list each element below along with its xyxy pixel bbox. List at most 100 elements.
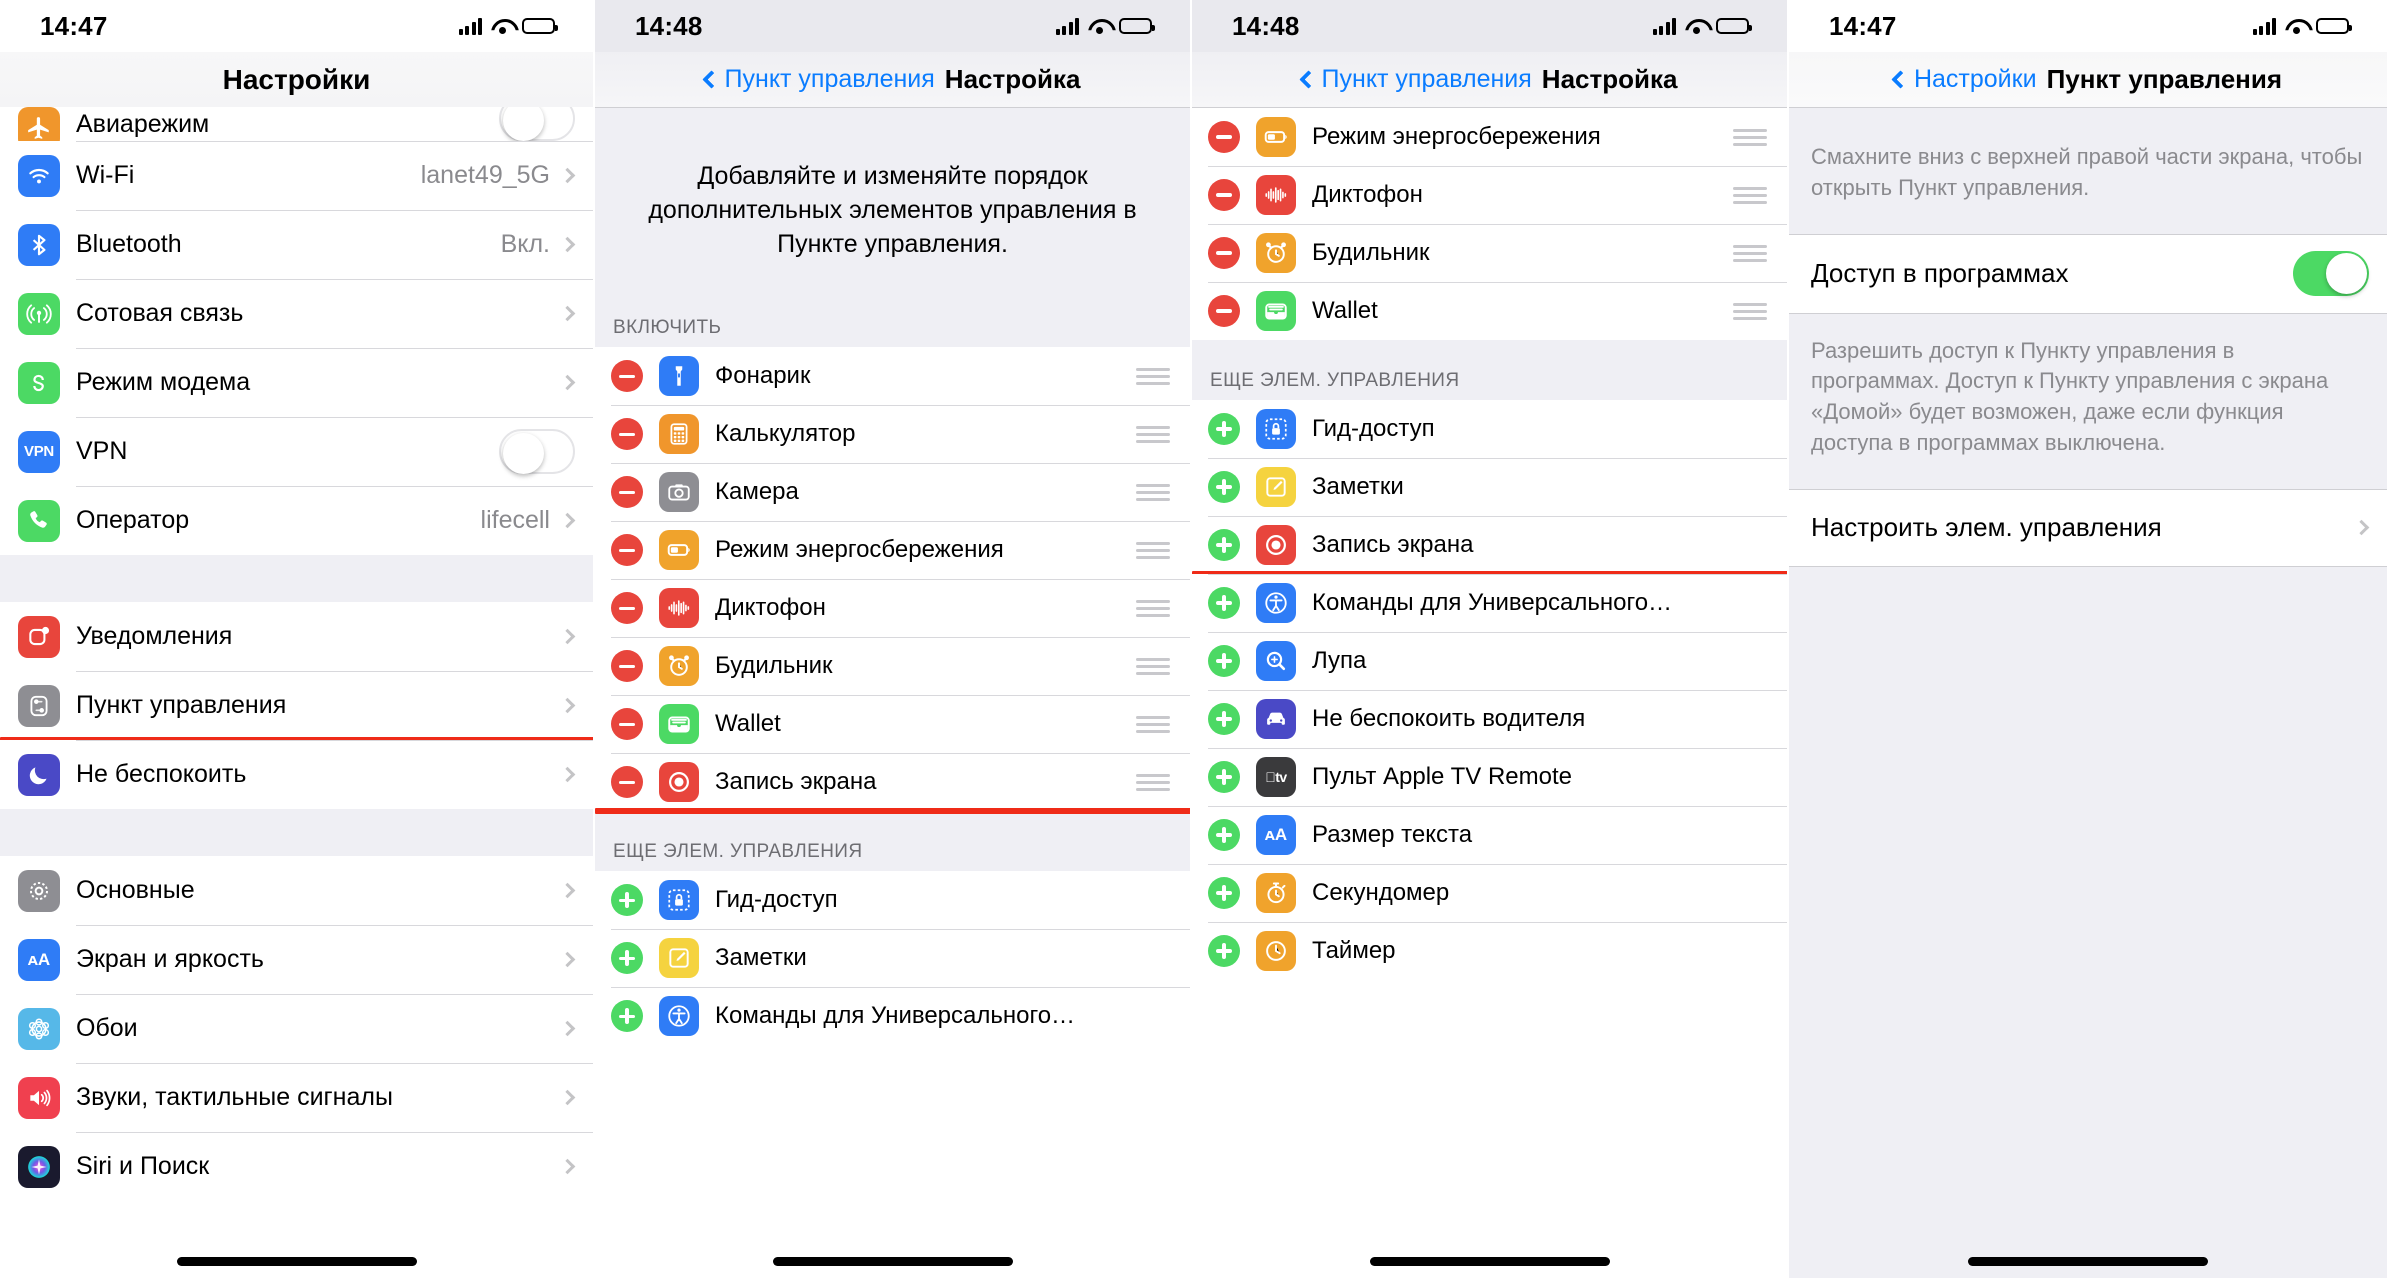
back-button[interactable]: Пункт управления [701,65,935,94]
settings-row-label: Основные [76,876,195,904]
status-indicators [458,17,558,35]
remove-control-button[interactable] [611,476,643,509]
bluetooth-icon [18,223,60,266]
control-item-row[interactable]: Диктофон [1192,166,1787,224]
control-item-row[interactable]: Будильник [595,637,1190,696]
back-button[interactable]: Пункт управления [1298,65,1532,94]
settings-row[interactable]: Bluetooth Вкл. [0,210,593,279]
control-item-row[interactable]: Калькулятор [595,405,1190,464]
reorder-handle-icon[interactable] [1136,425,1170,443]
control-item-row[interactable]: Заметки [1192,458,1787,516]
add-control-button[interactable] [1208,413,1240,445]
control-item-row[interactable]: Режим энергосбережения [595,521,1190,580]
reorder-handle-icon[interactable] [1136,773,1170,791]
add-control-button[interactable] [1208,587,1240,619]
row-customize-controls[interactable]: Настроить элем. управления [1789,489,2387,566]
control-item-row[interactable]: Команды для Универсального… [1192,574,1787,632]
control-item-row[interactable]: Лупа [1192,632,1787,690]
settings-row[interactable]: Не беспокоить [0,740,593,809]
remove-control-button[interactable] [611,534,643,567]
settings-row[interactable]: Wi-Fi lanet49_5G [0,141,593,210]
add-control-button[interactable] [1208,471,1240,503]
control-item-row[interactable]: Диктофон [595,579,1190,638]
control-item-row[interactable]: Таймер [1192,922,1787,980]
reorder-handle-icon[interactable] [1733,186,1767,204]
page-title: Настройка [944,64,1081,94]
customize-list[interactable]: Режим энергосбережения Диктофон Будильник W… [1192,108,1787,1278]
control-item-row[interactable]: Гид-доступ [1192,400,1787,458]
settings-row[interactable]: Основные [0,856,593,925]
customize-list[interactable]: Добавляйте и изменяйте порядок дополните… [595,108,1190,1278]
add-control-button[interactable] [1208,703,1240,735]
battery-icon [1716,18,1752,34]
add-control-button[interactable] [1208,645,1240,677]
add-control-button[interactable] [611,884,643,917]
reorder-handle-icon[interactable] [1733,244,1767,262]
control-item-label: Гид-доступ [715,886,838,914]
control-item-row[interactable]: Заметки [595,929,1190,988]
control-item-row[interactable]: Будильник [1192,224,1787,282]
cellular-signal-icon [458,17,482,35]
control-item-row[interactable]: Команды для Универсального… [595,987,1190,1046]
control-item-label: Камера [715,478,799,506]
reorder-handle-icon[interactable] [1136,541,1170,559]
status-bar: 14:47 [0,0,593,52]
settings-row[interactable]: Siri и Поиск [0,1132,593,1201]
remove-control-button[interactable] [611,360,643,393]
settings-row[interactable]: Авиарежим [0,107,593,149]
reorder-handle-icon[interactable] [1733,128,1767,146]
reorder-handle-icon[interactable] [1136,657,1170,675]
reorder-handle-icon[interactable] [1136,483,1170,501]
control-item-row[interactable]: Wallet [1192,282,1787,340]
control-item-row[interactable]: ᴀA Размер текста [1192,806,1787,864]
row-app-access[interactable]: Доступ в программах [1789,234,2387,313]
settings-toggle[interactable] [499,429,575,474]
control-item-row[interactable]: Запись экрана [1192,516,1787,577]
remove-control-button[interactable] [611,766,643,799]
add-control-button[interactable] [1208,935,1240,967]
settings-row[interactable]: ᴀA Экран и яркость [0,925,593,994]
control-item-row[interactable]: Камера [595,463,1190,522]
settings-row[interactable]: Обои [0,994,593,1063]
settings-row[interactable]: Режим модема [0,348,593,417]
remove-control-button[interactable] [611,592,643,625]
reorder-handle-icon[interactable] [1136,715,1170,733]
back-button[interactable]: Настройки [1891,65,2037,94]
remove-control-button[interactable] [611,418,643,451]
control-item-label: Заметки [1312,473,1404,500]
add-control-button[interactable] [1208,819,1240,851]
add-control-button[interactable] [611,1000,643,1033]
app-access-toggle[interactable] [2293,251,2369,297]
add-control-button[interactable] [1208,529,1240,561]
settings-row[interactable]: Пункт управления [0,671,593,743]
remove-control-button[interactable] [1208,179,1240,211]
control-item-row[interactable]: tv Пульт Apple TV Remote [1192,748,1787,806]
settings-toggle[interactable] [499,107,575,141]
reorder-handle-icon[interactable] [1733,302,1767,320]
settings-row[interactable]: Уведомления [0,602,593,671]
remove-control-button[interactable] [611,708,643,741]
control-item-row[interactable]: Гид-доступ [595,871,1190,930]
settings-row[interactable]: Оператор lifecell [0,486,593,555]
remove-control-button[interactable] [1208,121,1240,153]
remove-control-button[interactable] [611,650,643,683]
control-item-row[interactable]: Секундомер [1192,864,1787,922]
reorder-handle-icon[interactable] [1136,599,1170,617]
settings-row[interactable]: VPN VPN [0,417,593,486]
settings-row[interactable]: Звуки, тактильные сигналы [0,1063,593,1132]
control-item-row[interactable]: Wallet [595,695,1190,754]
control-item-row[interactable]: Фонарик [595,347,1190,406]
add-control-button[interactable] [611,942,643,975]
add-control-button[interactable] [1208,761,1240,793]
add-control-button[interactable] [1208,877,1240,909]
remove-control-button[interactable] [1208,295,1240,327]
control-item-row[interactable]: Запись экрана [595,753,1190,815]
reorder-handle-icon[interactable] [1136,367,1170,385]
group-separator [0,809,593,856]
home-indicator [176,1257,417,1266]
settings-list[interactable]: Авиарежим Wi-Fi lanet49_5G Bluetooth Вкл. Сот… [0,107,593,1278]
control-item-row[interactable]: Режим энергосбережения [1192,108,1787,166]
control-item-row[interactable]: Не беспокоить водителя [1192,690,1787,748]
settings-row[interactable]: Сотовая связь [0,279,593,348]
remove-control-button[interactable] [1208,237,1240,269]
